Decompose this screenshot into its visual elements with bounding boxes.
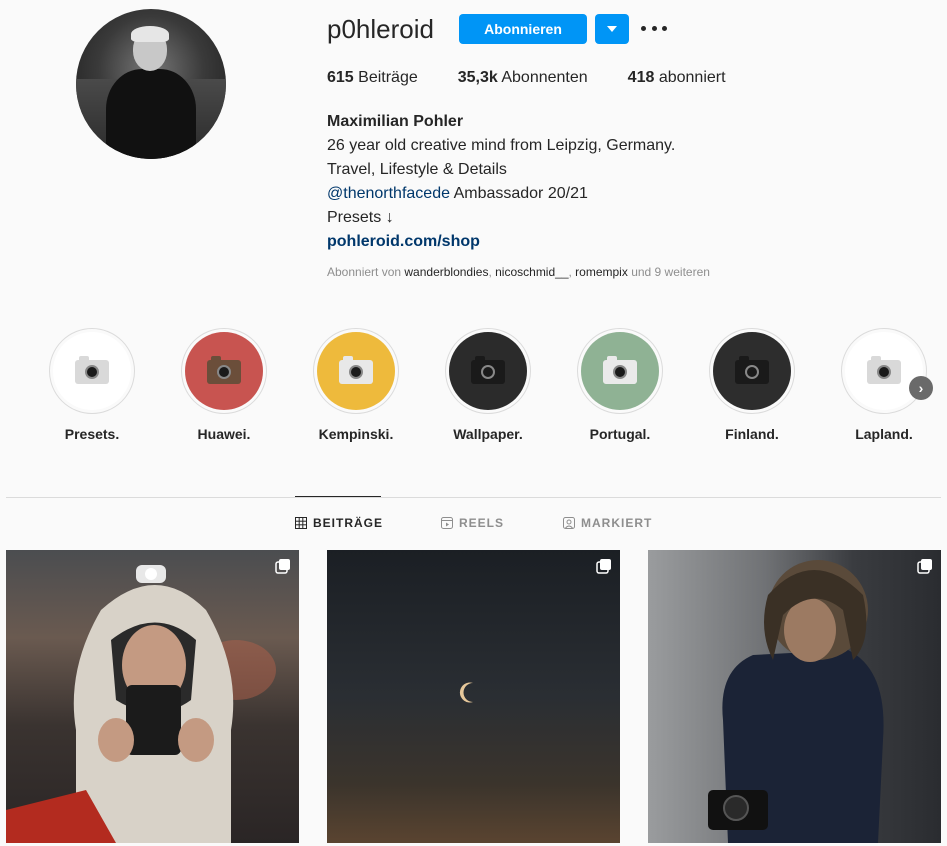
followed-by[interactable]: Abonniert von wanderblondies, nicoschmid… xyxy=(327,265,710,279)
highlight-item[interactable]: Portugal. xyxy=(560,328,680,442)
profile-tabs: BEITRÄGE REELS MARKIERT xyxy=(0,516,947,532)
highlight-label: Kempinski. xyxy=(318,426,394,442)
post-image xyxy=(459,682,473,703)
post-thumbnail[interactable] xyxy=(648,550,941,843)
chevron-down-icon xyxy=(607,26,617,32)
highlight-cover xyxy=(317,332,395,410)
post-image xyxy=(6,565,276,843)
highlight-label: Portugal. xyxy=(589,426,651,442)
multiple-images-icon xyxy=(917,558,933,579)
tabs-divider xyxy=(6,497,941,498)
posts-count: 615 Beiträge xyxy=(327,69,418,86)
highlight-item[interactable]: Finland. xyxy=(692,328,812,442)
dot-icon xyxy=(651,25,657,31)
website-link[interactable]: pohleroid.com/shop xyxy=(327,230,807,254)
reels-icon xyxy=(441,517,453,529)
highlight-cover xyxy=(449,332,527,410)
bio-line: Travel, Lifestyle & Details xyxy=(327,161,507,178)
highlight-cover xyxy=(713,332,791,410)
more-options-button[interactable] xyxy=(641,18,667,38)
highlight-cover xyxy=(53,332,131,410)
highlight-label: Wallpaper. xyxy=(453,426,523,442)
profile-avatar[interactable] xyxy=(76,9,226,159)
profile-bio: Maximilian Pohler 26 year old creative m… xyxy=(327,110,807,254)
post-thumbnail[interactable] xyxy=(327,550,620,843)
tab-reels[interactable]: REELS xyxy=(441,516,504,530)
highlight-label: Lapland. xyxy=(855,426,913,442)
dot-icon xyxy=(662,25,667,31)
multiple-images-icon xyxy=(275,558,291,579)
mention-link[interactable]: @thenorthfacede xyxy=(327,185,450,202)
follow-button[interactable]: Abonnieren xyxy=(459,14,587,44)
bio-line: Presets ↓ xyxy=(327,209,394,226)
highlight-item[interactable]: Presets. xyxy=(32,328,152,442)
suggestions-dropdown-button[interactable] xyxy=(595,14,629,44)
chevron-right-icon[interactable]: › xyxy=(909,376,933,400)
active-tab-indicator xyxy=(295,496,381,497)
post-image xyxy=(708,560,884,843)
highlight-label: Presets. xyxy=(64,426,120,442)
highlight-item[interactable]: Wallpaper. xyxy=(428,328,548,442)
post-thumbnail[interactable] xyxy=(6,550,299,843)
bio-line: 26 year old creative mind from Leipzig, … xyxy=(327,137,676,154)
highlight-item[interactable]: Huawei. xyxy=(164,328,284,442)
profile-stats: 615 Beiträge 35,3k Abonnenten 418 abonni… xyxy=(327,69,766,87)
highlight-cover xyxy=(185,332,263,410)
highlight-label: Huawei. xyxy=(197,426,251,442)
grid-icon xyxy=(295,517,307,529)
multiple-images-icon xyxy=(596,558,612,579)
following-count[interactable]: 418 abonniert xyxy=(628,69,726,87)
tab-tagged[interactable]: MARKIERT xyxy=(563,516,652,530)
followers-count[interactable]: 35,3k Abonnenten xyxy=(458,69,588,87)
highlight-item[interactable]: Kempinski. xyxy=(296,328,416,442)
tab-posts[interactable]: BEITRÄGE xyxy=(295,516,383,530)
highlight-label: Finland. xyxy=(725,426,779,442)
highlight-cover xyxy=(581,332,659,410)
dot-icon xyxy=(641,25,646,31)
full-name: Maximilian Pohler xyxy=(327,113,464,130)
tagged-icon xyxy=(563,517,575,529)
username: p0hleroid xyxy=(327,14,434,44)
highlight-cover xyxy=(845,332,923,410)
story-highlights: Presets. Huawei. Kempinski. Wallpaper. P… xyxy=(0,328,947,448)
bio-mention-line: @thenorthfacede Ambassador 20/21 xyxy=(327,185,588,202)
